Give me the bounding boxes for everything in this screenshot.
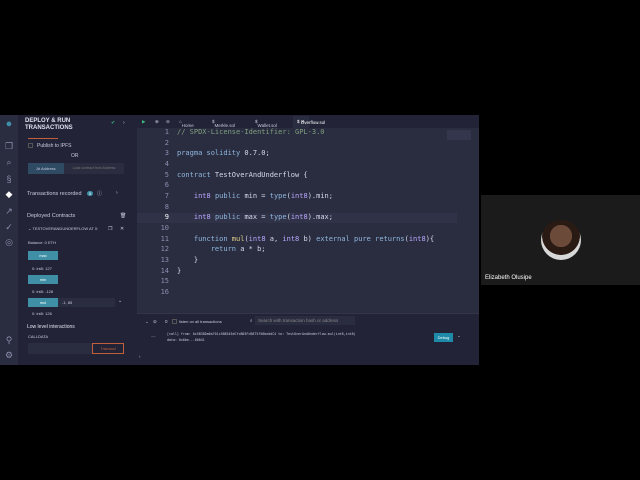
min-result: 0: int8: -128 bbox=[32, 289, 54, 294]
check-icon: ✔ bbox=[111, 120, 116, 126]
contract-instance[interactable]: ⌄ TESTOVERANDUNDERFLOW AT 0: bbox=[28, 226, 98, 231]
line-number: 12 bbox=[160, 245, 169, 254]
log-marker: — bbox=[151, 334, 156, 339]
tab-overflow[interactable]: $ Overflow.sol ✕ bbox=[293, 116, 325, 128]
code-editor[interactable]: ▶ ⊕ ⊖ ⌂ Home $ Merkle.sol $ Wallet.sol $… bbox=[137, 115, 479, 313]
line-number: 14 bbox=[160, 266, 169, 275]
chevron-right-icon[interactable]: › bbox=[116, 190, 118, 196]
run-icon[interactable]: ▶ bbox=[142, 119, 145, 125]
analysis-icon[interactable]: ↗ bbox=[4, 206, 14, 216]
copy-icon[interactable]: ❐ bbox=[108, 226, 112, 232]
search-icon: ⌕ bbox=[250, 318, 253, 323]
debug-button[interactable]: Debug bbox=[434, 333, 453, 342]
panel-title: DEPLOY & RUN bbox=[25, 118, 71, 124]
calldata-label: CALLDATA bbox=[28, 334, 49, 339]
line-number: 5 bbox=[164, 170, 169, 179]
settings-icon[interactable]: ⚙ bbox=[4, 350, 14, 360]
tab-home[interactable]: ⌂ Home bbox=[179, 119, 194, 128]
video-tile: Elizabeth Olusipe bbox=[481, 195, 640, 285]
terminal: ⌄ ⊘ 0 listen on all transactions ⌕ Searc… bbox=[137, 313, 479, 365]
min-button[interactable]: min bbox=[28, 275, 58, 284]
listen-checkbox[interactable] bbox=[172, 319, 177, 324]
compiler-icon[interactable]: § bbox=[4, 174, 14, 184]
low-level-label: Low level interactions bbox=[27, 324, 75, 330]
code-line-11: function mul(int8 a, int8 b) external pu… bbox=[193, 235, 435, 243]
clear-icon[interactable]: ⊘ bbox=[153, 319, 157, 325]
line-number: 16 bbox=[160, 288, 169, 297]
prompt-icon[interactable]: › bbox=[139, 354, 141, 359]
search-icon[interactable]: ⌕ bbox=[4, 157, 14, 167]
line-number: 6 bbox=[164, 181, 169, 190]
remix-logo-icon: ● bbox=[5, 118, 13, 130]
code-line-7: int8 public min = type(int8).min; bbox=[193, 192, 333, 200]
divider bbox=[28, 138, 58, 139]
pending-count: 0 bbox=[165, 319, 168, 324]
or-label: OR bbox=[71, 153, 79, 159]
mul-input[interactable]: -1, 85 bbox=[58, 298, 115, 307]
transact-button[interactable]: Transact bbox=[92, 343, 124, 354]
max-result: 0: int8: 127 bbox=[32, 266, 52, 271]
file-explorer-icon[interactable]: ❐ bbox=[4, 141, 14, 151]
editor-tabs: ▶ ⊕ ⊖ ⌂ Home $ Merkle.sol $ Wallet.sol $… bbox=[137, 115, 479, 128]
code-line-1: // SPDX-License-Identifier: GPL-3.0 bbox=[177, 128, 325, 136]
code-line-13: } bbox=[177, 256, 199, 264]
at-address-button[interactable]: At Address bbox=[28, 163, 64, 174]
terminal-search-input[interactable]: Search with transaction hash or address bbox=[255, 316, 355, 325]
transactions-recorded[interactable]: Transactions recorded bbox=[27, 191, 82, 197]
code-line-3: pragma solidity 0.7.0; bbox=[177, 149, 270, 157]
code-line-5: contract TestOverAndUnderflow { bbox=[177, 171, 308, 179]
line-number: 8 bbox=[164, 202, 169, 211]
deploy-panel: DEPLOY & RUN TRANSACTIONS ✔ › Publish to… bbox=[19, 115, 132, 365]
tab-wallet[interactable]: $ Wallet.sol bbox=[255, 119, 277, 128]
tab-label: Overflow.sol bbox=[300, 120, 326, 125]
deploy-icon[interactable]: ◆ bbox=[4, 189, 14, 199]
minimap[interactable] bbox=[447, 130, 471, 140]
contract-name: TESTOVERANDUNDERFLOW AT 0: bbox=[32, 226, 99, 231]
icon-bar: ● ❐ ⌕ § ◆ ↗ ✓ ◎ ⚲ ⚙ bbox=[0, 115, 18, 365]
line-number: 11 bbox=[160, 234, 169, 243]
panel-title-2: TRANSACTIONS bbox=[25, 125, 73, 131]
code-line-9: int8 public max = type(int8).max; bbox=[193, 213, 333, 221]
publish-checkbox[interactable] bbox=[28, 143, 33, 148]
plugin-icon[interactable]: ◎ bbox=[4, 237, 14, 247]
max-button[interactable]: max bbox=[28, 251, 58, 260]
zoom-out-icon[interactable]: ⊖ bbox=[166, 119, 170, 125]
tx-count-badge: 5 bbox=[87, 191, 94, 196]
info-icon: ⓘ bbox=[97, 191, 103, 197]
line-number: 2 bbox=[164, 138, 169, 147]
line-number: 13 bbox=[160, 256, 169, 265]
log-data: data: 0x6be...00041 bbox=[167, 338, 205, 342]
chevron-right-icon[interactable]: › bbox=[123, 120, 125, 126]
line-number: 10 bbox=[160, 224, 169, 233]
line-number: 15 bbox=[160, 277, 169, 286]
code-line-14: } bbox=[177, 267, 182, 275]
log-line[interactable]: [call] from: 0x5B38Da6a701c568545dCfcB03… bbox=[167, 332, 356, 336]
balance: Balance: 0 ETH bbox=[28, 240, 57, 245]
trash-icon[interactable]: 🗑 bbox=[120, 213, 126, 219]
collapse-icon[interactable]: ⌄ bbox=[145, 319, 149, 325]
chevron-down-icon[interactable]: ⌄ bbox=[457, 333, 461, 339]
chevron-down-icon[interactable]: ⌄ bbox=[118, 298, 122, 304]
code-line-12: return a * b; bbox=[210, 245, 266, 253]
zoom-in-icon[interactable]: ⊕ bbox=[155, 119, 159, 125]
plugin-manager-icon[interactable]: ⚲ bbox=[4, 335, 14, 345]
participant-name: Elizabeth Olusipe bbox=[485, 275, 532, 281]
listen-label: listen on all transactions bbox=[179, 319, 222, 324]
line-number: 1 bbox=[164, 128, 169, 136]
line-number: 3 bbox=[164, 149, 169, 158]
mul-button[interactable]: mul bbox=[28, 298, 58, 307]
remix-ide: ● ❐ ⌕ § ◆ ↗ ✓ ◎ ⚲ ⚙ DEPLOY & RUN TRANSAC… bbox=[0, 115, 479, 365]
calldata-input[interactable] bbox=[28, 343, 92, 354]
testing-icon[interactable]: ✓ bbox=[4, 222, 14, 232]
mul-result: 0: int8: 126 bbox=[32, 311, 52, 316]
close-icon[interactable]: ✕ bbox=[120, 226, 124, 232]
load-contract-input[interactable]: Load contract from Address bbox=[64, 163, 124, 174]
line-number: 4 bbox=[164, 160, 169, 168]
tab-merkle[interactable]: $ Merkle.sol bbox=[212, 119, 235, 128]
publish-label: Publish to IPFS bbox=[37, 143, 72, 149]
deployed-contracts-label: Deployed Contracts bbox=[27, 213, 76, 219]
participant-avatar bbox=[541, 220, 581, 260]
line-number: 9 bbox=[164, 213, 169, 222]
line-number: 7 bbox=[164, 192, 169, 201]
